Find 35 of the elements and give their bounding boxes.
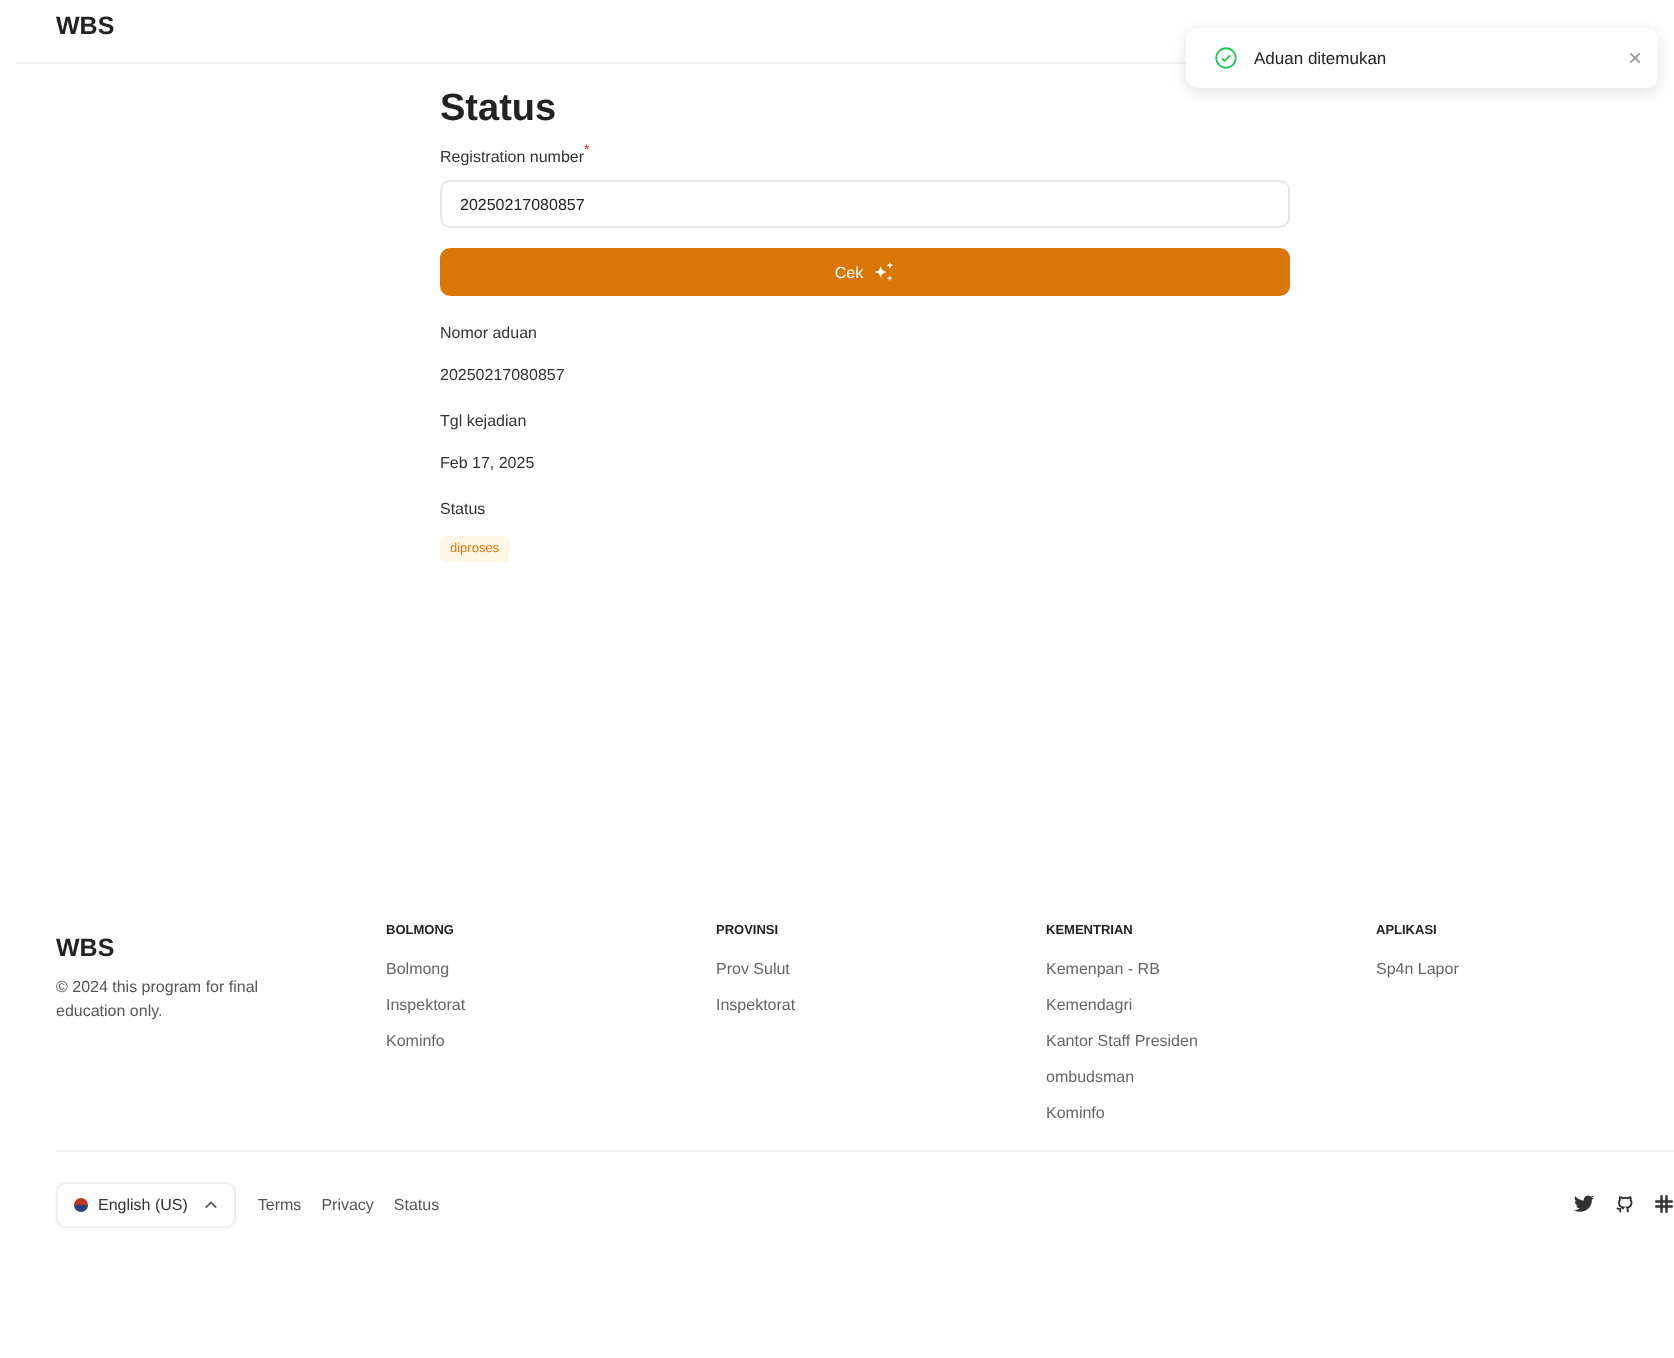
footer-link[interactable]: ombudsman — [1046, 1068, 1376, 1086]
flag-icon — [74, 1197, 88, 1211]
footer-link[interactable]: Prov Sulut — [716, 960, 1046, 978]
footer-logo: WBS — [56, 934, 117, 962]
language-selector[interactable]: English (US) — [56, 1181, 236, 1227]
footer-link[interactable]: Privacy — [321, 1195, 374, 1213]
registration-number-field[interactable]: 20250217080857 — [440, 180, 1290, 228]
detail-label: Status — [440, 500, 486, 518]
copyright-text: © 2024 this program for final education only. — [56, 976, 261, 1024]
footer-link[interactable]: Bolmong — [386, 960, 716, 978]
footer-link[interactable]: Inspektorat — [386, 996, 716, 1014]
detail-value: Feb 17, 2025 — [440, 454, 535, 472]
footer-link[interactable]: Inspektorat — [716, 996, 1046, 1014]
toast-message: Aduan ditemukan — [1254, 48, 1389, 68]
footer-link[interactable]: Kominfo — [1046, 1104, 1376, 1122]
field-label: Registration number — [440, 148, 585, 166]
footer-link[interactable]: Kantor Staff Presiden — [1046, 1032, 1376, 1050]
footer-link[interactable]: Kemenpan - RB — [1046, 960, 1376, 978]
cat-icon[interactable] — [1614, 1194, 1634, 1214]
caret-icon — [203, 1199, 218, 1209]
bird-icon[interactable] — [1574, 1194, 1594, 1214]
footer-link[interactable]: Sp4n Lapor — [1376, 960, 1576, 978]
check-circle-icon — [1214, 46, 1238, 70]
footer-link[interactable]: Terms — [257, 1195, 302, 1213]
hash-icon[interactable] — [1654, 1194, 1674, 1214]
detail-label: Tgl kejadian — [440, 412, 527, 430]
check-button[interactable]: Cek — [440, 248, 1290, 296]
footer-link[interactable]: Status — [393, 1195, 440, 1213]
logo[interactable]: WBS — [56, 12, 115, 40]
footer-link[interactable]: Kominfo — [386, 1032, 716, 1050]
detail-value: 20250217080857 — [440, 366, 565, 384]
footer-link[interactable]: Kemendagri — [1046, 996, 1376, 1014]
page-title: Status — [440, 88, 559, 132]
sparkles-icon — [871, 262, 896, 282]
detail-label: Nomor aduan — [440, 324, 537, 342]
